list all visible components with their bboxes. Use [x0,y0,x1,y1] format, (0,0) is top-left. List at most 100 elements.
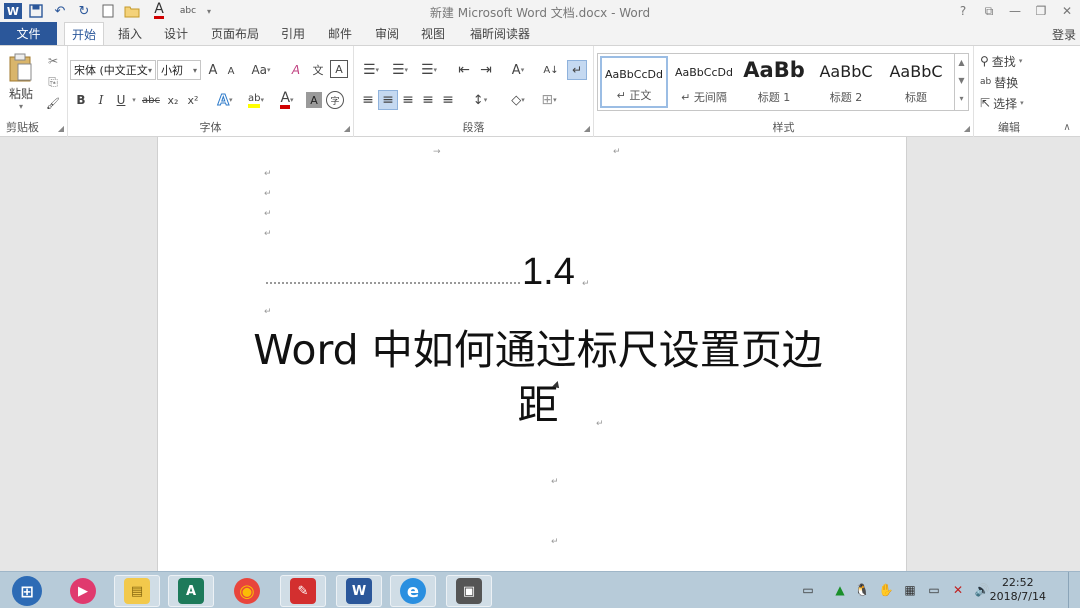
numbering-button[interactable]: ☰ ▾ [387,60,413,80]
style-heading-1[interactable]: AaBb 标题 1 [740,56,808,108]
font-color-button[interactable]: A ▾ [274,90,300,110]
copy-icon[interactable]: ⎘ [44,73,62,91]
align-left-button[interactable]: ≡ [358,90,378,110]
taskbar-word[interactable]: W [336,575,382,607]
format-painter-icon[interactable]: 🖌 [44,94,62,112]
style-no-spacing[interactable]: AaBbCcDd ↵ 无间隔 [670,56,738,108]
tray-qq-icon[interactable]: 🐧 [852,576,872,604]
word-app-icon[interactable]: W [4,3,22,19]
close-button[interactable]: ✕ [1054,0,1080,22]
style-normal[interactable]: AaBbCcDd ↵ 正文 [600,56,668,108]
document-page[interactable]: → ↵ ↵ ↵ ↵ ↵ 1.4 ↵ ↵ Word 中如何通过标尺设置页边距 ↵ … [157,137,907,571]
tab-foxit-reader[interactable]: 福昕阅读器 [462,22,538,45]
line-spacing-button[interactable]: ↕ ▾ [466,90,494,110]
styles-scrollbar[interactable]: ▲ ▼ ▾ [954,54,968,110]
tab-view[interactable]: 视图 [415,22,451,45]
underline-chevron-icon[interactable]: ▾ [130,90,138,110]
tab-design[interactable]: 设计 [157,22,195,45]
tray-touch-icon[interactable]: ✋ [876,576,896,604]
tab-review[interactable]: 审阅 [369,22,405,45]
paragraph-launcher-icon[interactable]: ◢ [584,124,590,133]
character-border-button[interactable]: A [330,60,348,78]
new-document-icon[interactable] [98,2,118,20]
superscript-button[interactable]: x² [184,90,202,110]
save-icon[interactable] [26,2,46,20]
subscript-button[interactable]: x₂ [164,90,182,110]
decrease-indent-button[interactable]: ⇤ [454,60,474,80]
collapse-ribbon-button[interactable]: ∧ [1060,120,1074,134]
taskbar-clock[interactable]: 22:52 2018/7/14 [990,576,1046,604]
tab-mailings[interactable]: 邮件 [322,22,358,45]
tab-page-layout[interactable]: 页面布局 [205,22,265,45]
find-button[interactable]: ⚲ 查找 ▾ [980,52,1040,70]
italic-button[interactable]: I [92,90,110,110]
cut-icon[interactable]: ✂ [44,52,62,70]
more-styles-icon[interactable]: ▾ [955,90,968,108]
underline-button[interactable]: U [112,90,130,110]
font-launcher-icon[interactable]: ◢ [344,124,350,133]
restore-button[interactable]: ❐ [1028,0,1054,22]
borders-button[interactable]: ⊞ ▾ [535,90,563,110]
minimize-button[interactable]: — [1002,0,1028,22]
select-button[interactable]: ⇱ 选择 ▾ [980,94,1040,112]
strikethrough-button[interactable]: abc [140,90,162,110]
grow-font-button[interactable]: A [205,60,221,80]
tab-home[interactable]: 开始 [64,22,104,46]
align-right-button[interactable]: ≡ [398,90,418,110]
tab-file[interactable]: 文件 [0,22,57,45]
taskbar-publisher[interactable]: A [168,575,214,607]
clipboard-launcher-icon[interactable]: ◢ [58,124,64,133]
shrink-font-button[interactable]: A [224,62,238,80]
scroll-up-icon[interactable]: ▲ [955,54,968,72]
multilevel-list-button[interactable]: ☰ ▾ [416,60,442,80]
redo-icon[interactable]: ↻ [74,2,94,20]
undo-icon[interactable]: ↶ [50,2,70,20]
shading-button[interactable]: ◇ ▾ [504,90,532,110]
align-center-button[interactable]: ≡ [378,90,398,110]
taskbar-media-player[interactable]: ▶ [60,575,106,607]
spelling-icon[interactable]: abc [176,2,200,20]
sign-in-link[interactable]: 登录 [1052,26,1076,43]
style-heading-2[interactable]: AaBbC 标题 2 [812,56,880,108]
style-title[interactable]: AaBbC 标题 [882,56,950,108]
bullets-button[interactable]: ☰ ▾ [358,60,384,80]
font-size-dropdown[interactable]: 小初 ▾ [157,60,201,80]
taskbar-internet-explorer[interactable]: e [390,575,436,607]
taskbar-file-explorer[interactable]: ▤ [114,575,160,607]
distributed-button[interactable]: ≡ [438,90,458,110]
paste-button[interactable]: 粘贴 ▾ [2,50,40,114]
phonetic-guide-button[interactable]: 文 [308,60,328,80]
styles-launcher-icon[interactable]: ◢ [964,124,970,133]
character-shading-button[interactable]: A [306,92,322,108]
scroll-down-icon[interactable]: ▼ [955,72,968,90]
font-color-quick-button[interactable]: A [146,2,172,20]
taskbar-chrome[interactable]: ◉ [224,575,270,607]
show-hide-marks-button[interactable]: ↵ [567,60,587,80]
help-button[interactable]: ? [950,0,976,22]
text-effects-button[interactable]: A ▾ [212,90,238,110]
justify-button[interactable]: ≡ [418,90,438,110]
tray-keyboard-icon[interactable]: ▭ [798,576,818,604]
taskbar-screen-recorder[interactable]: ▣ [446,575,492,607]
tab-references[interactable]: 引用 [275,22,311,45]
tray-display-icon[interactable]: ▭ [924,576,944,604]
customize-qat-chevron-icon[interactable]: ▾ [204,2,214,20]
increase-indent-button[interactable]: ⇥ [476,60,496,80]
clear-formatting-button[interactable]: A [286,60,306,80]
font-name-dropdown[interactable]: 宋体 (中文正文) ▾ [70,60,156,80]
replace-button[interactable]: ab 替换 [980,73,1040,91]
sort-button[interactable]: A↓ [540,60,562,80]
tray-action-center-icon[interactable]: ✕ [948,576,968,604]
tab-insert[interactable]: 插入 [112,22,148,45]
open-folder-icon[interactable] [122,2,142,20]
taskbar-foxit-reader[interactable]: ✎ [280,575,326,607]
tray-show-hidden-icon[interactable]: ▲ [830,576,850,604]
change-case-button[interactable]: Aa ▾ [248,60,274,80]
show-desktop-button[interactable] [1068,572,1080,608]
start-button[interactable]: ⊞ [2,575,52,607]
document-area[interactable]: → ↵ ↵ ↵ ↵ ↵ 1.4 ↵ ↵ Word 中如何通过标尺设置页边距 ↵ … [0,137,1080,571]
tray-network-icon[interactable]: ▦ [900,576,920,604]
chinese-layout-button[interactable]: A ▾ [504,60,532,80]
ribbon-display-options-button[interactable]: ⧉ [976,0,1002,22]
enclose-characters-button[interactable]: 字 [326,91,344,109]
